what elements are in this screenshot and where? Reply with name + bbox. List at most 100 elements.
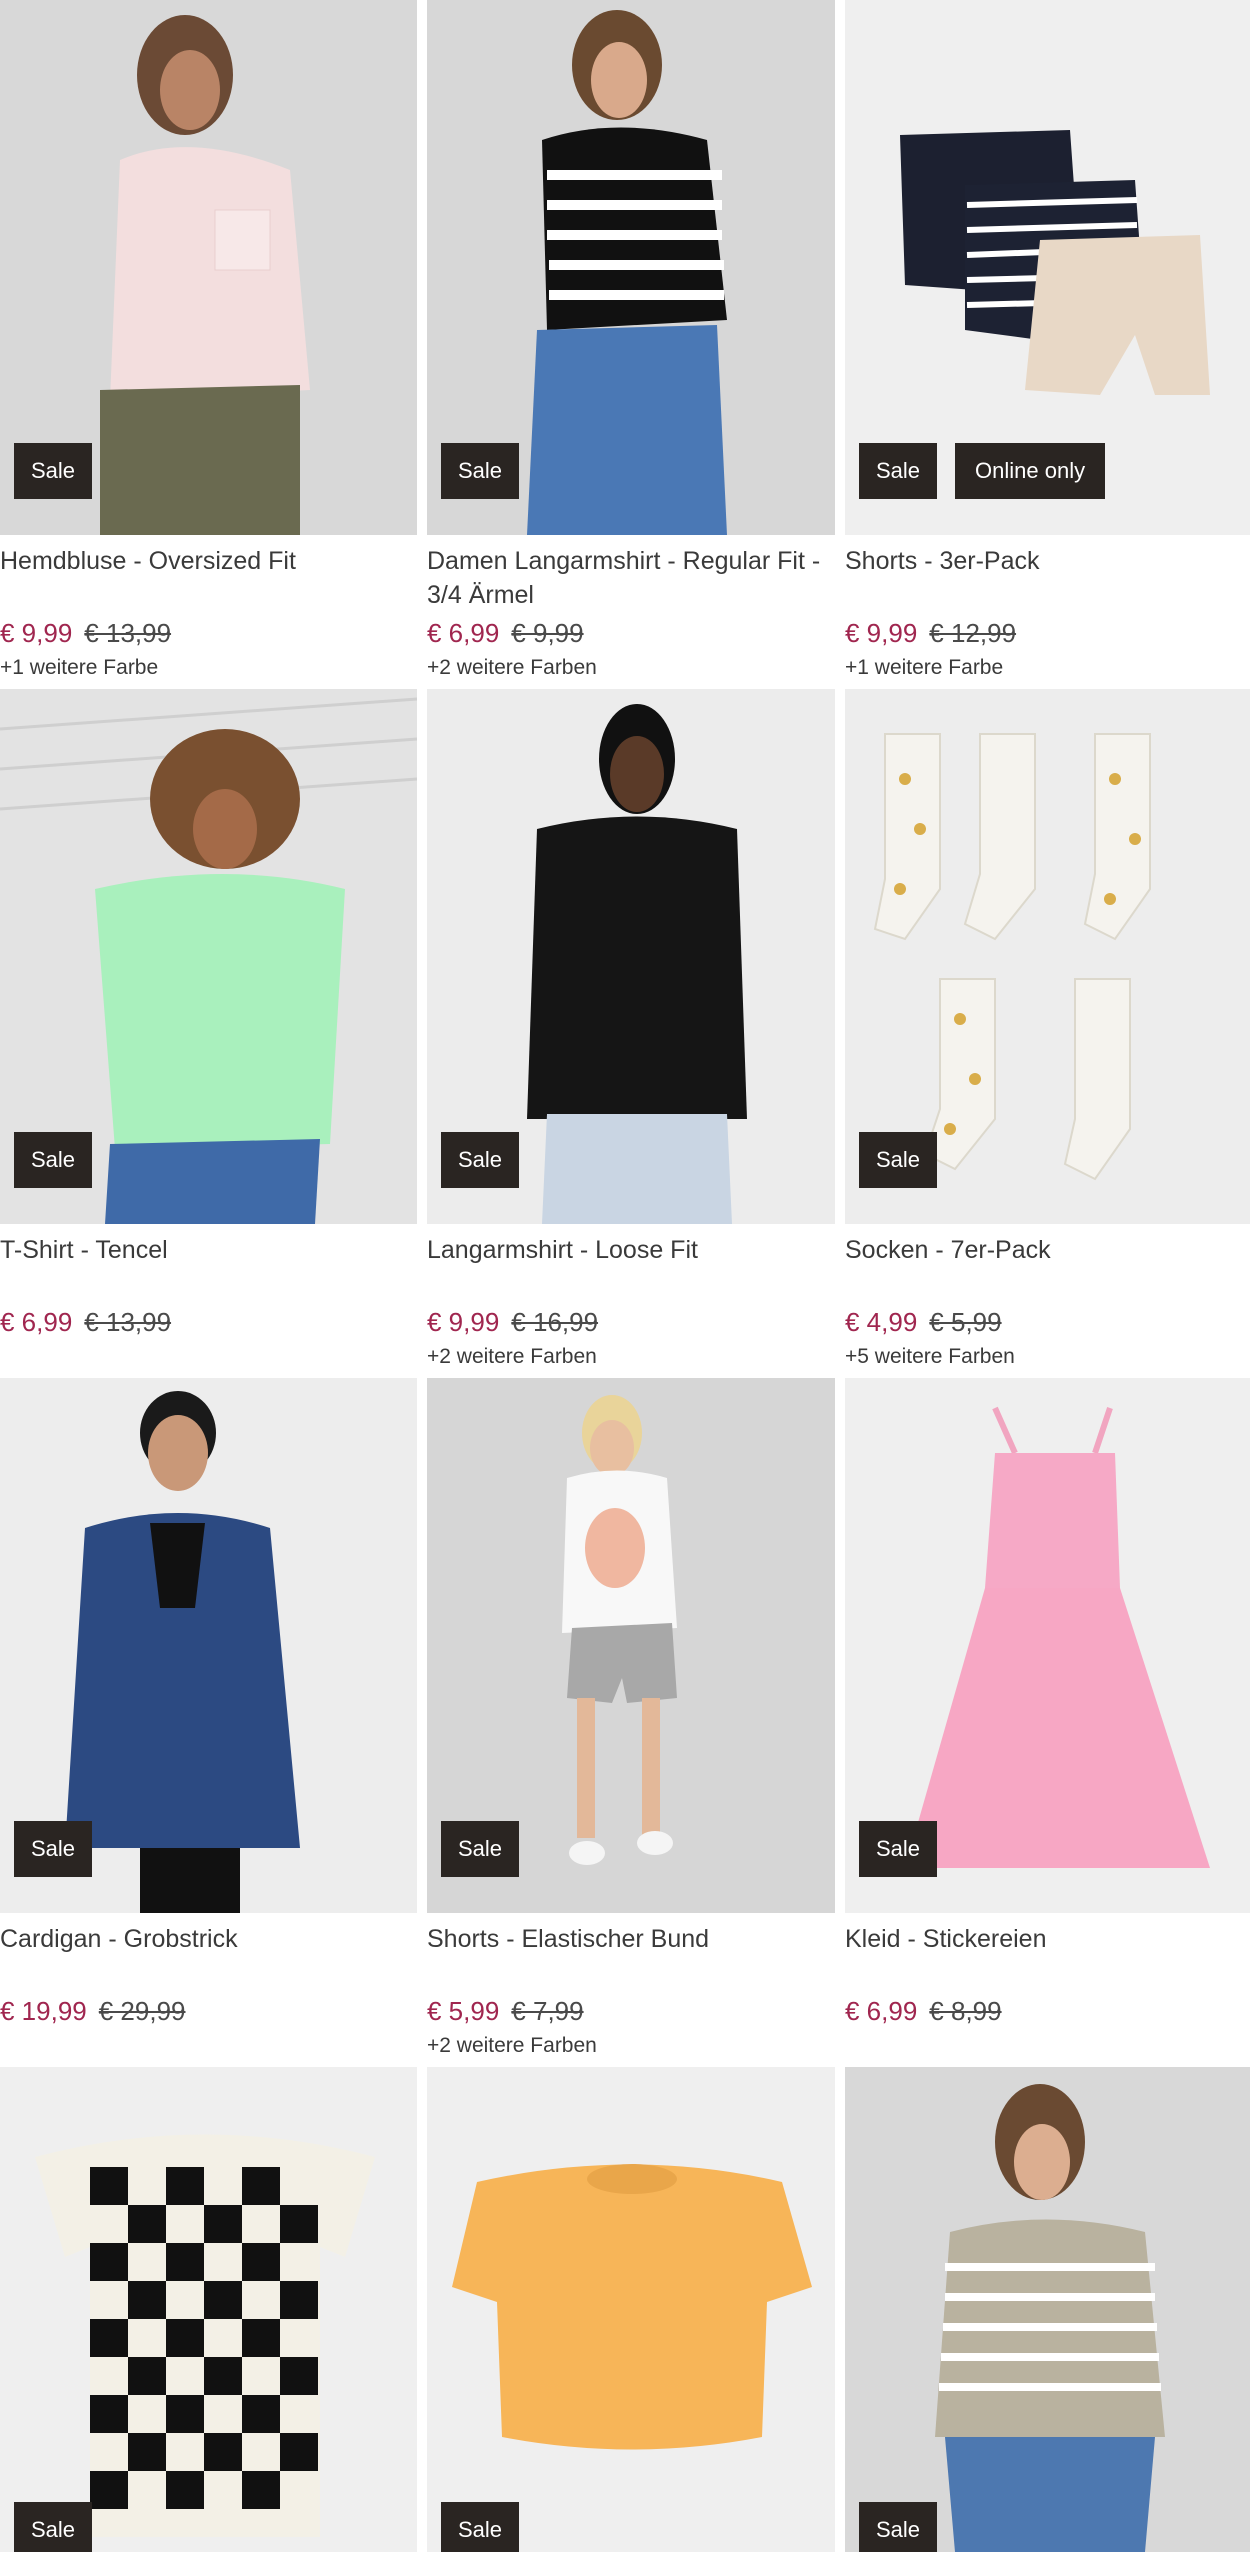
product-card[interactable]: Sale Shorts - Elastischer Bund € 5,99 € 7… xyxy=(417,1378,835,2067)
sale-badge: Sale xyxy=(859,1821,938,1877)
online-only-badge: Online only xyxy=(955,443,1106,499)
sale-badge: Sale xyxy=(14,1132,93,1188)
badge-group: Sale xyxy=(859,1821,938,1877)
sale-price: € 19,99 xyxy=(0,1996,87,2026)
price-row: € 6,99 € 8,99 xyxy=(845,1994,1240,2028)
product-card[interactable]: Sale T-Shirt - Tencel € 6,99 € 13,99 xyxy=(0,689,417,1378)
badge-group: Sale xyxy=(441,1821,520,1877)
sale-price: € 6,99 xyxy=(427,618,500,648)
sale-price: € 6,99 xyxy=(0,1307,73,1337)
more-colors-link[interactable]: +2 weitere Farben xyxy=(427,1343,825,1371)
original-price: € 29,99 xyxy=(98,1996,186,2026)
original-price: € 9,99 xyxy=(511,618,584,648)
checkered-tshirt-image xyxy=(0,2067,417,2552)
product-card[interactable]: Sale Kleid - Stickereien € 6,99 € 8,99 xyxy=(835,1378,1250,2067)
product-image[interactable]: Sale xyxy=(845,689,1250,1224)
sale-badge: Sale xyxy=(859,2502,938,2552)
product-image[interactable]: Sale xyxy=(427,1378,835,1913)
badge-group: Sale xyxy=(441,2502,520,2552)
product-card[interactable]: Sale Cardigan - Grobstrick € 19,99 € 29,9… xyxy=(0,1378,417,2067)
original-price: € 16,99 xyxy=(511,1307,599,1337)
price-row: € 6,99 € 9,99 xyxy=(427,616,825,650)
product-title[interactable]: Socken - 7er-Pack xyxy=(845,1233,1240,1301)
product-title[interactable]: Shorts - Elastischer Bund xyxy=(427,1922,825,1990)
product-info: Shorts - 3er-Pack € 9,99 € 12,99 +1 weite… xyxy=(845,540,1240,682)
product-info: Kleid - Stickereien € 6,99 € 8,99 xyxy=(845,1918,1240,2032)
striped-sweater-image xyxy=(845,2067,1250,2552)
sale-price: € 9,99 xyxy=(427,1307,500,1337)
product-image[interactable]: Sale xyxy=(0,689,417,1224)
sale-price: € 9,99 xyxy=(0,618,73,648)
product-card[interactable]: Sale Langarmshirt - Loose Fit € 9,99 € 16… xyxy=(417,689,835,1378)
product-image[interactable]: Sale xyxy=(845,1378,1250,1913)
price-row: € 5,99 € 7,99 xyxy=(427,1994,825,2028)
original-price: € 8,99 xyxy=(929,1996,1002,2026)
yellow-tshirt-image xyxy=(427,2067,835,2552)
badge-group: Sale xyxy=(859,1132,938,1188)
price-row: € 6,99 € 13,99 xyxy=(0,1305,407,1339)
product-grid: Sale Hemdbluse - Oversized Fit € 9,99 € 1… xyxy=(0,0,1250,2552)
badge-group: Sale xyxy=(14,1821,93,1877)
product-title[interactable]: Kleid - Stickereien xyxy=(845,1922,1240,1990)
sale-badge: Sale xyxy=(441,1821,520,1877)
product-card[interactable]: Sale xyxy=(417,2067,835,2552)
badge-group: Sale xyxy=(441,443,520,499)
more-colors-link[interactable]: +1 weitere Farbe xyxy=(845,654,1240,682)
sale-price: € 9,99 xyxy=(845,618,918,648)
product-card[interactable]: Sale xyxy=(0,2067,417,2552)
product-info: Shorts - Elastischer Bund € 5,99 € 7,99 +… xyxy=(427,1918,825,2060)
price-row: € 9,99 € 12,99 xyxy=(845,616,1240,650)
product-card[interactable]: Sale Online only Shorts - 3er-Pack € 9,9… xyxy=(835,0,1250,689)
price-row: € 9,99 € 13,99 xyxy=(0,616,407,650)
sale-badge: Sale xyxy=(14,443,93,499)
badge-group: Sale Online only xyxy=(859,443,1106,499)
sale-price: € 5,99 xyxy=(427,1996,500,2026)
product-image[interactable]: Sale Online only xyxy=(845,0,1250,535)
badge-group: Sale xyxy=(14,443,93,499)
product-card[interactable]: Sale Hemdbluse - Oversized Fit € 9,99 € 1… xyxy=(0,0,417,689)
price-row: € 19,99 € 29,99 xyxy=(0,1994,407,2028)
badge-group: Sale xyxy=(14,2502,93,2552)
product-image[interactable]: Sale xyxy=(427,2067,835,2552)
more-colors-link[interactable]: +2 weitere Farben xyxy=(427,2032,825,2060)
product-title[interactable]: Langarmshirt - Loose Fit xyxy=(427,1233,825,1301)
product-info: Cardigan - Grobstrick € 19,99 € 29,99 xyxy=(0,1918,407,2032)
original-price: € 12,99 xyxy=(929,618,1017,648)
original-price: € 5,99 xyxy=(929,1307,1002,1337)
original-price: € 13,99 xyxy=(84,618,172,648)
more-colors-link[interactable]: +5 weitere Farben xyxy=(845,1343,1240,1371)
product-info: Hemdbluse - Oversized Fit € 9,99 € 13,99 … xyxy=(0,540,407,682)
more-colors-link[interactable]: +1 weitere Farbe xyxy=(0,654,407,682)
product-card[interactable]: Sale Socken - 7er-Pack € 4,99 € 5,99 +5 w… xyxy=(835,689,1250,1378)
product-info: T-Shirt - Tencel € 6,99 € 13,99 xyxy=(0,1229,407,1343)
sale-price: € 6,99 xyxy=(845,1996,918,2026)
sale-price: € 4,99 xyxy=(845,1307,918,1337)
sale-badge: Sale xyxy=(441,2502,520,2552)
badge-group: Sale xyxy=(859,2502,938,2552)
product-info: Langarmshirt - Loose Fit € 9,99 € 16,99 +… xyxy=(427,1229,825,1371)
product-title[interactable]: Damen Langarmshirt - Regular Fit - 3/4 Ä… xyxy=(427,544,825,612)
product-image[interactable]: Sale xyxy=(0,1378,417,1913)
product-title[interactable]: Hemdbluse - Oversized Fit xyxy=(0,544,407,612)
more-colors-link[interactable]: +2 weitere Farben xyxy=(427,654,825,682)
sale-badge: Sale xyxy=(859,443,938,499)
original-price: € 13,99 xyxy=(84,1307,172,1337)
product-image[interactable]: Sale xyxy=(427,689,835,1224)
product-title[interactable]: T-Shirt - Tencel xyxy=(0,1233,407,1301)
sale-badge: Sale xyxy=(859,1132,938,1188)
product-card[interactable]: Sale xyxy=(835,2067,1250,2552)
badge-group: Sale xyxy=(441,1132,520,1188)
product-title[interactable]: Shorts - 3er-Pack xyxy=(845,544,1240,612)
price-row: € 9,99 € 16,99 xyxy=(427,1305,825,1339)
product-info: Damen Langarmshirt - Regular Fit - 3/4 Ä… xyxy=(427,540,825,682)
sale-badge: Sale xyxy=(14,1821,93,1877)
product-image[interactable]: Sale xyxy=(0,0,417,535)
product-info: Socken - 7er-Pack € 4,99 € 5,99 +5 weiter… xyxy=(845,1229,1240,1371)
product-image[interactable]: Sale xyxy=(845,2067,1250,2552)
sale-badge: Sale xyxy=(441,1132,520,1188)
product-card[interactable]: Sale Damen Langarmshirt - Regular Fit - … xyxy=(417,0,835,689)
product-image[interactable]: Sale xyxy=(0,2067,417,2552)
product-title[interactable]: Cardigan - Grobstrick xyxy=(0,1922,407,1990)
product-image[interactable]: Sale xyxy=(427,0,835,535)
price-row: € 4,99 € 5,99 xyxy=(845,1305,1240,1339)
